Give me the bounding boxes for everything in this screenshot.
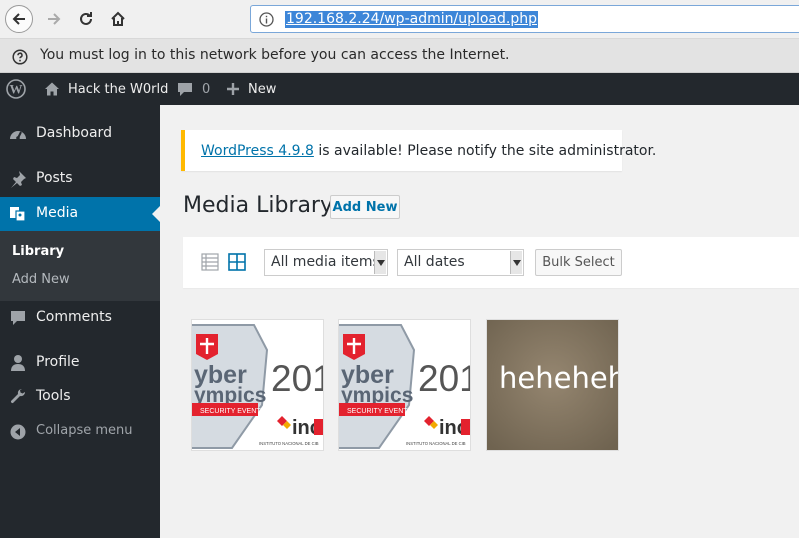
sidebar-item-media[interactable]: Media [0,197,160,231]
submenu-item-add-new[interactable]: Add New [12,272,70,287]
date-filter[interactable]: All dates [397,249,524,276]
comment-icon [178,82,192,96]
media-submenu: Library Add New [0,231,160,301]
list-view-icon[interactable] [201,253,219,271]
sidebar-item-tools[interactable]: Tools [0,380,160,414]
wp-admin-bar: W Hack the W0rld 0 New [0,73,799,105]
media-item-thumbnail[interactable]: heheheh [487,320,618,450]
sidebar-item-profile[interactable]: Profile [0,346,160,380]
plus-icon [227,83,239,95]
logo-footer-text: INSTITUTO NACIONAL DE CIB [259,441,319,446]
media-icon [10,207,26,222]
media-item-thumbnail[interactable]: yber ympics SECURITY EVENT 201 inc INSTI… [339,320,470,450]
sidebar-label: Collapse menu [36,423,133,438]
forward-button[interactable] [40,5,68,33]
update-notice-text: WordPress 4.9.8 is available! Please not… [201,143,656,159]
wrench-icon [10,388,26,404]
url-bar[interactable]: 192.168.2.24/wp-admin/upload.php [250,5,799,33]
browser-toolbar: 192.168.2.24/wp-admin/upload.php [0,0,799,39]
home-icon [111,11,125,26]
update-notice: WordPress 4.9.8 is available! Please not… [181,130,656,171]
grid-view-icon[interactable] [228,253,246,271]
cyber-olympics-logo-image: yber ympics SECURITY EVENT 201 inc INSTI… [192,320,323,450]
url-text[interactable]: 192.168.2.24/wp-admin/upload.php [285,11,538,28]
new-content-link[interactable]: New [226,73,276,105]
media-type-filter-value: All media items [271,254,380,270]
comments-link[interactable]: 0 [177,73,210,105]
comment-icon [11,311,25,325]
reload-button[interactable] [72,5,100,33]
media-type-filter[interactable]: All media items [264,249,388,276]
sidebar-label: Media [36,205,79,221]
logo-footer-text: INSTITUTO NACIONAL DE CIB [406,441,466,446]
notification-text: You must log in to this network before y… [40,47,510,63]
new-label: New [248,81,277,97]
collapse-menu-button[interactable]: Collapse menu [0,415,160,449]
media-item-thumbnail[interactable]: yber ympics SECURITY EVENT 201 inc INSTI… [192,320,323,450]
update-notice-message: is available! Please notify the site adm… [313,143,657,159]
arrow-left-icon [12,13,25,25]
logo-year-text: 201 [271,358,323,399]
sidebar-item-dashboard[interactable]: Dashboard [0,117,160,151]
arrow-right-icon [48,13,61,25]
collapse-icon [10,424,26,440]
bulk-select-button[interactable]: Bulk Select [535,249,622,276]
wordpress-logo[interactable]: W [6,73,26,105]
current-menu-arrow [152,206,160,222]
admin-sidebar: Dashboard Posts Media Library Add New Co… [0,105,160,538]
site-name-link[interactable]: Hack the W0rld [44,73,168,105]
sidebar-label: Tools [36,388,71,404]
submenu-item-library[interactable]: Library [12,244,64,259]
dashboard-icon [10,131,26,140]
dropdown-arrow-icon [374,251,386,274]
sidebar-item-posts[interactable]: Posts [0,162,160,196]
reload-icon [80,12,92,25]
sidebar-item-comments[interactable]: Comments [0,301,160,335]
wordpress-icon: W [6,79,26,99]
logo-year-text: 201 [418,358,470,399]
add-new-button[interactable]: Add New [330,195,400,219]
sidebar-label: Profile [36,354,80,370]
comments-count: 0 [202,81,211,97]
media-toolbar: All media items All dates Bulk Select [183,237,799,288]
question-circle-icon [12,49,28,65]
image-text: heheheh [499,361,618,395]
user-icon [11,355,25,371]
info-icon[interactable] [259,12,274,27]
date-filter-value: All dates [404,254,465,270]
svg-text:W: W [10,82,23,97]
logo-ribbon-text: SECURITY EVENT [347,408,408,415]
pin-icon [11,171,26,188]
home-button[interactable] [104,5,132,33]
page-title: Media Library [183,193,333,218]
site-name: Hack the W0rld [68,81,169,97]
logo-ribbon-text: SECURITY EVENT [200,408,261,415]
back-button[interactable] [5,5,33,33]
wordpress-update-link[interactable]: WordPress 4.9.8 [201,143,314,159]
sidebar-label: Dashboard [36,125,112,141]
cyber-olympics-logo-image: yber ympics SECURITY EVENT 201 inc INSTI… [339,320,470,450]
captive-portal-notification[interactable]: You must log in to this network before y… [0,39,799,73]
dropdown-arrow-icon [510,251,522,274]
sidebar-label: Comments [36,309,112,325]
sidebar-label: Posts [36,170,73,186]
home-icon [45,82,59,96]
